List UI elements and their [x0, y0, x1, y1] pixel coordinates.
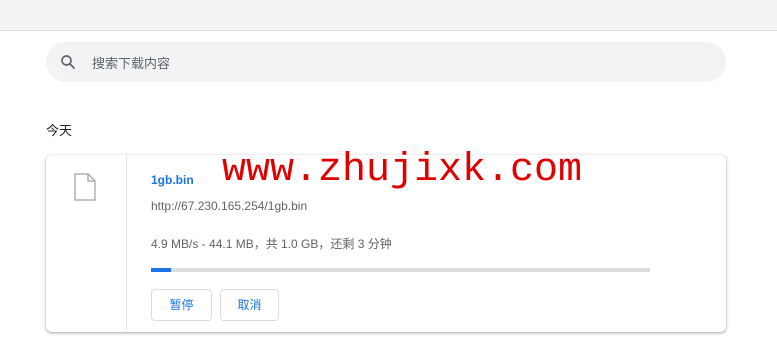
download-url: http://67.230.165.254/1gb.bin — [151, 199, 308, 213]
download-status: 4.9 MB/s - 44.1 MB，共 1.0 GB，还剩 3 分钟 — [151, 237, 392, 251]
progress-fill — [151, 268, 171, 272]
pause-button[interactable]: 暂停 — [151, 289, 212, 321]
cancel-button[interactable]: 取消 — [220, 289, 279, 321]
search-bar[interactable] — [46, 42, 726, 84]
top-bar — [0, 0, 777, 31]
section-title: 今天 — [46, 123, 73, 138]
watermark-text: www.zhujixk.com — [222, 148, 583, 193]
file-icon — [74, 173, 96, 201]
file-icon-column — [46, 155, 127, 332]
search-input[interactable] — [90, 42, 694, 84]
progress-bar — [151, 268, 650, 272]
search-icon — [61, 55, 75, 69]
file-name-link[interactable]: 1gb.bin — [151, 173, 194, 187]
